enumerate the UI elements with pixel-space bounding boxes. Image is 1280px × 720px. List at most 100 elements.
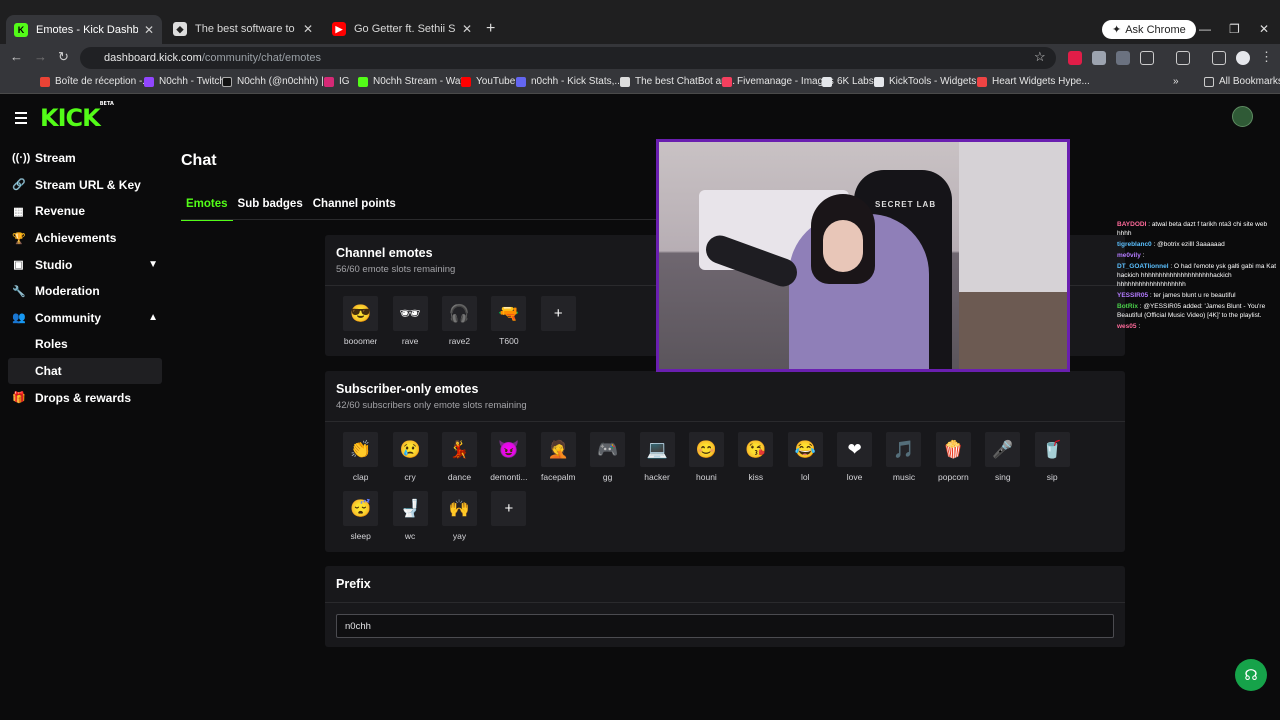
bookmark-item[interactable]: IG <box>324 76 350 87</box>
plus-icon: + <box>540 296 576 331</box>
cast-icon[interactable] <box>1176 51 1190 65</box>
bookmark-item[interactable]: N0chh (@n0chhh) |... <box>222 76 332 87</box>
sidebar-item-stream-url-key[interactable]: 🔗 Stream URL & Key <box>0 172 170 199</box>
emote-item[interactable]: 👏 clap <box>336 432 385 491</box>
chat-username: BotRix <box>1117 303 1138 310</box>
emote-item[interactable]: 😢 cry <box>385 432 434 491</box>
emote-item[interactable]: 😊 houni <box>682 432 731 491</box>
emote-item[interactable]: 🙌 yay <box>435 491 484 550</box>
close-tab-icon[interactable]: ✕ <box>462 22 472 36</box>
browser-tab-software[interactable]: ◆ The best software to boost you ✕ <box>165 17 321 41</box>
chat-line: wes05 : <box>1117 322 1277 331</box>
extensions-puzzle-icon[interactable] <box>1140 51 1154 65</box>
menu-dots-icon[interactable]: ⋮ <box>1260 49 1273 65</box>
chevron-down-icon[interactable]: ▼ <box>148 259 158 270</box>
bookmark-item[interactable]: Heart Widgets Hype... <box>977 76 1090 87</box>
ask-chrome-button[interactable]: ✦ Ask Chrome <box>1102 20 1196 39</box>
emote-name: rave2 <box>448 336 471 346</box>
bookmark-item[interactable]: The best ChatBot an... <box>620 76 735 87</box>
back-icon[interactable]: ← <box>10 49 23 64</box>
browser-tab-youtube[interactable]: ▶ Go Getter ft. Sethii Shmactt ✕ <box>324 17 480 41</box>
emote-item[interactable]: 😈 demonti... <box>484 432 533 491</box>
emote-item[interactable]: 🔫 T600 <box>484 296 533 355</box>
emote-item[interactable]: 🍿 popcorn <box>929 432 978 491</box>
subscriber-emotes-card: Subscriber-only emotes 42/60 subscribers… <box>325 371 1125 552</box>
emote-item[interactable]: 😎 booomer <box>336 296 385 355</box>
avatar[interactable] <box>1232 106 1253 127</box>
emote-item[interactable]: 🎤 sing <box>978 432 1027 491</box>
tab-channel-points[interactable]: Channel points <box>308 195 401 221</box>
sidebar-item-stream[interactable]: ((·)) Stream <box>0 145 170 172</box>
profile-icon[interactable] <box>1236 51 1250 65</box>
bookmark-item[interactable]: Fivemanage - Images <box>722 76 834 87</box>
sidebar-item-moderation[interactable]: 🔧 Moderation <box>0 278 170 305</box>
emote-item[interactable]: 🎵 music <box>879 432 928 491</box>
emote-item[interactable]: 🎧 rave2 <box>435 296 484 355</box>
tab-emotes[interactable]: Emotes <box>181 195 233 221</box>
sidebar-item-chat[interactable]: Chat <box>8 357 162 385</box>
emote-image: 🚽 <box>392 491 428 526</box>
bookmark-item[interactable]: YouTube <box>461 76 515 87</box>
sidebar-item-achievements[interactable]: 🏆 Achievements <box>0 225 170 252</box>
extension-red-icon[interactable] <box>1068 51 1082 65</box>
bookmark-item[interactable]: KickTools - Widgets... <box>874 76 985 87</box>
users-icon: 👥 <box>12 312 26 325</box>
emote-item[interactable]: 🤦 facepalm <box>534 432 583 491</box>
emote-image: 💃 <box>441 432 477 467</box>
extension-grey-icon[interactable] <box>1092 51 1106 65</box>
broadcast-icon: ((·)) <box>12 152 31 165</box>
sidebar-item-community[interactable]: 👥 Community ▲ <box>0 305 170 332</box>
webcam-overlay: SECRET LAB <box>656 139 1070 372</box>
bookmarks-overflow-icon[interactable]: » <box>1173 76 1179 87</box>
tab-sub-badges[interactable]: Sub badges <box>233 195 308 221</box>
sidebar-item-studio[interactable]: ▣ Studio ▼ <box>0 251 170 278</box>
bookmark-item[interactable]: 6K Labs <box>822 76 874 87</box>
sidebar-item-roles[interactable]: Roles <box>0 331 170 358</box>
bookmark-item[interactable]: N0chh Stream - Wat... <box>358 76 472 87</box>
browser-tab-kick[interactable]: K Emotes - Kick Dashboard ✕ <box>6 15 162 44</box>
hamburger-menu-icon[interactable] <box>15 112 27 127</box>
emote-item[interactable]: 🥤 sip <box>1027 432 1076 491</box>
reload-icon[interactable]: ↻ <box>58 49 69 65</box>
emote-item[interactable]: 💃 dance <box>435 432 484 491</box>
close-tab-icon[interactable]: ✕ <box>303 22 313 36</box>
chat-username: wes05 <box>1117 323 1137 330</box>
sidebar-item-drops-rewards[interactable]: 🎁 Drops & rewards <box>0 384 170 411</box>
emote-item[interactable]: 😘 kiss <box>731 432 780 491</box>
maximize-icon[interactable]: ❐ <box>1229 22 1240 36</box>
extension-camera-icon[interactable] <box>1116 51 1130 65</box>
media-icon[interactable] <box>1212 51 1226 65</box>
all-bookmarks[interactable]: All Bookmarks <box>1204 76 1280 87</box>
diamond-favicon-icon: ◆ <box>173 22 187 36</box>
new-tab-icon[interactable]: + <box>486 20 495 38</box>
emote-name: gg <box>602 472 613 482</box>
heart-icon <box>977 76 987 87</box>
kick-logo[interactable]: KICKBETA <box>40 101 114 132</box>
bookmark-item[interactable]: Boîte de réception -... <box>40 76 151 87</box>
bookmark-item[interactable]: n0chh - Kick Stats,... <box>516 76 623 87</box>
close-tab-icon[interactable]: ✕ <box>144 23 154 37</box>
bookmark-label: N0chh (@n0chhh) |... <box>237 76 333 87</box>
support-chat-button[interactable]: ☊ <box>1235 659 1267 691</box>
bookmark-item[interactable]: N0chh - Twitch <box>144 76 225 87</box>
add-emote-button[interactable]: + <box>484 491 533 550</box>
emote-item[interactable]: ❤ love <box>830 432 879 491</box>
add-emote-button[interactable]: + <box>534 296 583 355</box>
emote-item[interactable]: 🚽 wc <box>385 491 434 550</box>
emote-item[interactable]: 😴 sleep <box>336 491 385 550</box>
close-window-icon[interactable]: ✕ <box>1259 22 1269 36</box>
emote-image: 😢 <box>392 432 428 467</box>
forward-icon[interactable]: → <box>34 49 47 64</box>
prefix-input[interactable]: n0chh <box>336 614 1114 638</box>
emote-image: 😘 <box>738 432 774 467</box>
emote-item[interactable]: 😂 lol <box>781 432 830 491</box>
minimize-icon[interactable]: — <box>1199 22 1211 36</box>
sidebar-item-revenue[interactable]: ▦ Revenue <box>0 198 170 225</box>
emote-item[interactable]: 🕶 rave <box>385 296 434 355</box>
bookmark-star-icon[interactable]: ☆ <box>1034 49 1046 65</box>
chevron-up-icon[interactable]: ▲ <box>148 312 158 323</box>
address-bar[interactable]: dashboard.kick.com/community/chat/emotes <box>80 47 1056 69</box>
emote-item[interactable]: 🎮 gg <box>583 432 632 491</box>
sidebar-item-label: Drops & rewards <box>35 390 132 405</box>
emote-item[interactable]: 💻 hacker <box>632 432 681 491</box>
